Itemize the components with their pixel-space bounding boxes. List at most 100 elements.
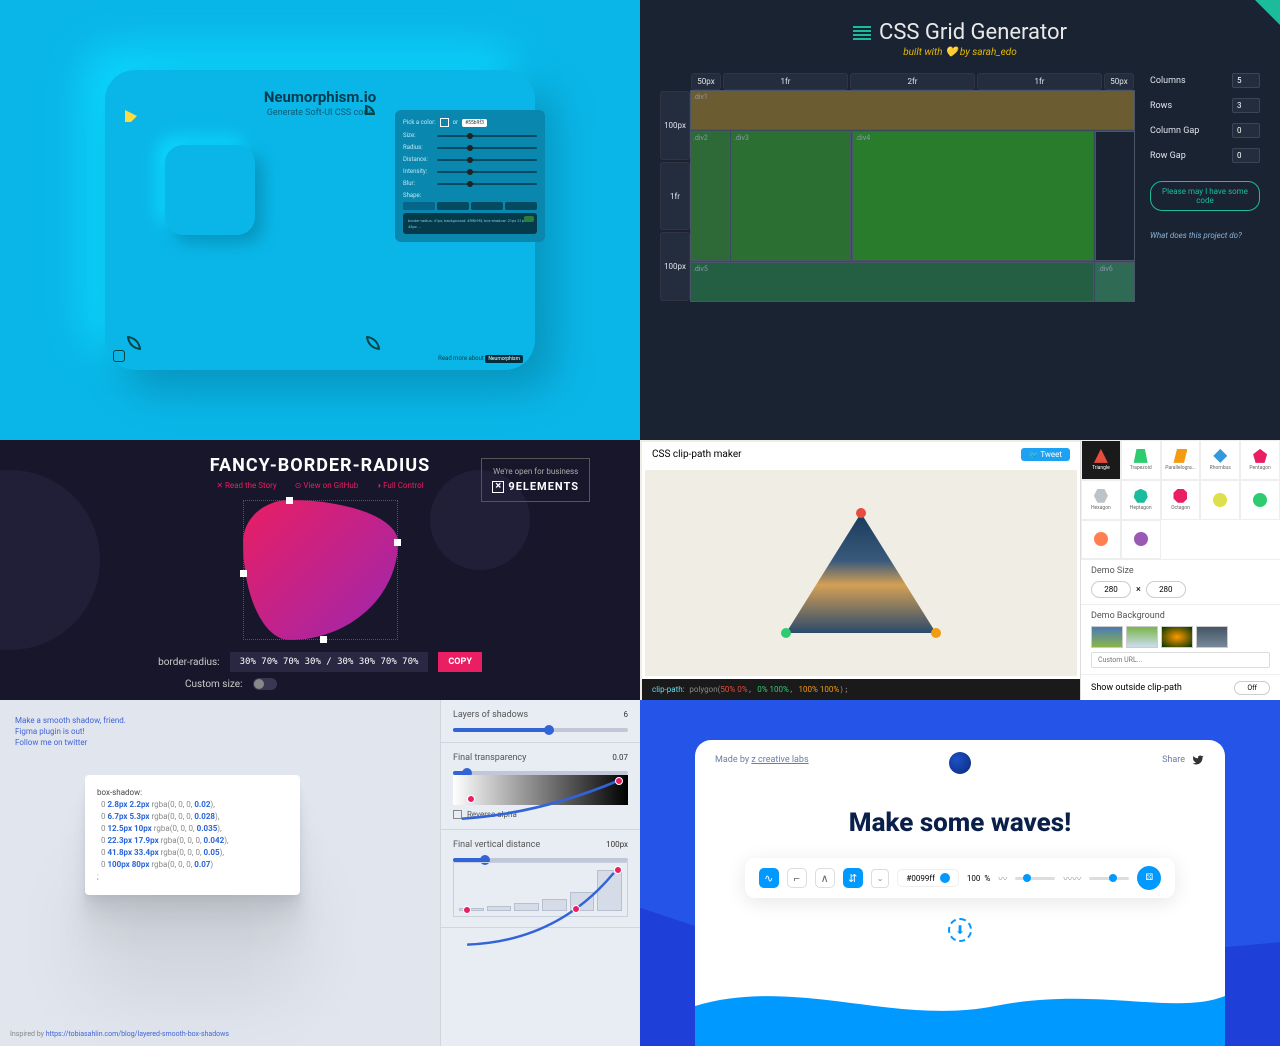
drag-handle[interactable]	[240, 570, 247, 577]
width-input[interactable]	[1091, 581, 1131, 598]
credit-link[interactable]: z creative labs	[751, 755, 808, 765]
canvas[interactable]	[645, 470, 1077, 676]
company-box[interactable]: We're open for business 9ELEMENTS	[481, 458, 590, 502]
dropdown[interactable]: ⌄	[871, 869, 890, 888]
drag-handle[interactable]	[286, 497, 293, 504]
row-gap-input[interactable]	[1232, 148, 1260, 163]
intensity-slider[interactable]	[437, 171, 537, 173]
shape-option[interactable]	[505, 202, 537, 210]
nav-link[interactable]: ⊙ View on GitHub	[295, 481, 359, 490]
shape-option[interactable]	[437, 202, 469, 210]
row-size-input[interactable]: 1fr	[660, 162, 690, 231]
col-size-input[interactable]: 50px	[1104, 73, 1134, 90]
rows-input[interactable]	[1232, 98, 1260, 113]
preset-octagon[interactable]: Octagon	[1161, 480, 1201, 520]
preview-box[interactable]	[165, 145, 255, 235]
info-link[interactable]: What does this project do?	[1150, 231, 1260, 240]
grid-cell[interactable]: .div3	[731, 131, 851, 261]
grid-cell[interactable]: .div6	[1095, 262, 1135, 302]
nav-link[interactable]: ✕ Read the Story	[216, 481, 276, 490]
color-input[interactable]: #0099ff	[897, 869, 958, 887]
col-size-input[interactable]: 1fr	[723, 73, 848, 90]
twitter-link[interactable]: Follow me on twitter	[15, 737, 425, 748]
nav-link[interactable]: ◑ Full Control	[376, 481, 423, 490]
css-output[interactable]: clip-path: polygon(50% 0%, 0% 100%, 100%…	[642, 679, 1080, 700]
instagram-icon[interactable]	[113, 350, 125, 362]
columns-input[interactable]	[1232, 73, 1260, 88]
copy-button[interactable]: COPY	[438, 652, 481, 672]
randomize-button[interactable]: ⚄	[1137, 866, 1161, 890]
share-button[interactable]: Share	[1162, 754, 1205, 766]
grid-cell[interactable]: .div2	[690, 131, 730, 261]
grid-cell[interactable]: .div4	[852, 131, 1094, 261]
curve-handle[interactable]	[467, 795, 475, 803]
grid-cell[interactable]: .div5	[690, 262, 1094, 302]
col-size-input[interactable]: 50px	[691, 73, 721, 90]
size-slider[interactable]	[437, 135, 537, 137]
preset-shape[interactable]	[1081, 520, 1121, 560]
curve-handle[interactable]	[572, 905, 580, 913]
bg-option[interactable]	[1196, 626, 1228, 648]
col-size-input[interactable]: 2fr	[850, 73, 975, 90]
css-output[interactable]: border-radius: 41px; background: #55b9f3…	[403, 213, 537, 234]
grid-cell[interactable]: .div1	[690, 90, 1135, 130]
preset-triangle[interactable]: Triangle	[1081, 440, 1121, 480]
bg-option[interactable]	[1091, 626, 1123, 648]
curve-handle[interactable]	[463, 906, 471, 914]
bg-option[interactable]	[1126, 626, 1158, 648]
preset-trapezoid[interactable]: Trapezoid	[1121, 440, 1161, 480]
vertex-handle[interactable]	[931, 628, 941, 638]
shape-option[interactable]	[471, 202, 503, 210]
generate-code-button[interactable]: Please may I have some code	[1150, 181, 1260, 211]
preset-rhombus[interactable]: Rhombus	[1200, 440, 1240, 480]
curve-editor[interactable]	[453, 775, 628, 805]
curve-editor[interactable]	[453, 862, 628, 917]
custom-url-input[interactable]	[1091, 652, 1270, 668]
copy-button[interactable]	[524, 216, 534, 222]
grid-cell[interactable]	[1095, 131, 1135, 261]
complexity-slider[interactable]	[1015, 877, 1055, 880]
download-button[interactable]: ⬇	[948, 918, 972, 942]
bg-option[interactable]	[1161, 626, 1193, 648]
shape-editor[interactable]	[243, 500, 398, 640]
column-gap-input[interactable]	[1232, 123, 1260, 138]
drag-handle[interactable]	[394, 539, 401, 546]
corner-fold-icon[interactable]	[1255, 0, 1280, 25]
grid-cells[interactable]: .div1 .div2 .div3 .div4 .div5 .div6	[690, 90, 1135, 302]
preset-heptagon[interactable]: Heptagon	[1121, 480, 1161, 520]
preset-pentagon[interactable]: Pentagon	[1240, 440, 1280, 480]
curve-handle[interactable]	[615, 777, 623, 785]
tag-link[interactable]: Neumorphism	[485, 355, 523, 363]
curve-handle[interactable]	[614, 866, 622, 874]
vertex-handle[interactable]	[856, 508, 866, 518]
preset-shape[interactable]	[1200, 480, 1240, 520]
toggle[interactable]: Off	[1234, 681, 1270, 695]
flip-button[interactable]: ⇵	[843, 868, 863, 888]
preset-shape[interactable]	[1240, 480, 1280, 520]
wave-type-button[interactable]: ∿	[759, 868, 779, 888]
blur-slider[interactable]	[437, 183, 537, 185]
toggle[interactable]	[253, 678, 277, 690]
preset-hexagon[interactable]: Hexagon	[1081, 480, 1121, 520]
credit-link[interactable]: https://tobiasahlin.com/blog/layered-smo…	[46, 1030, 229, 1038]
output-value[interactable]: 30% 70% 70% 30% / 30% 30% 70% 70%	[230, 652, 429, 672]
tweet-button[interactable]: 🐦 Tweet	[1021, 448, 1070, 461]
color-swatch[interactable]	[440, 118, 449, 127]
radius-slider[interactable]	[437, 147, 537, 149]
distance-slider[interactable]	[437, 159, 537, 161]
wave-type-button[interactable]: ∧	[815, 868, 835, 888]
preset-shape[interactable]	[1121, 520, 1161, 560]
vertex-handle[interactable]	[781, 628, 791, 638]
row-size-input[interactable]: 100px	[660, 232, 690, 301]
height-input[interactable]	[1146, 581, 1186, 598]
color-input[interactable]: #55b9f3	[462, 119, 487, 127]
preset-parallelogram[interactable]: Parallelogra...	[1161, 440, 1201, 480]
row-size-input[interactable]: 100px	[660, 91, 690, 160]
drag-handle[interactable]	[320, 636, 327, 643]
layers-slider[interactable]	[1089, 877, 1129, 880]
shape-option[interactable]	[403, 202, 435, 210]
wave-type-button[interactable]: ⌐	[787, 868, 807, 888]
layers-slider[interactable]	[453, 728, 628, 732]
col-size-input[interactable]: 1fr	[977, 73, 1102, 90]
plugin-link[interactable]: Figma plugin is out!	[15, 726, 425, 737]
